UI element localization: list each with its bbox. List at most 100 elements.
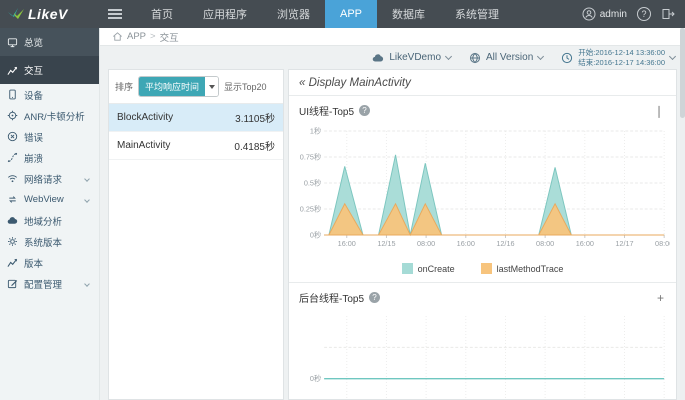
svg-text:16:00: 16:00 [457,239,475,248]
sidebar-item-device[interactable]: 设备 [0,84,99,105]
nav-item-home[interactable]: 首页 [136,0,188,28]
sidebar-item-errors[interactable]: 错误 [0,126,99,147]
hamburger-menu-icon[interactable] [108,9,122,19]
breadcrumb-current: 交互 [160,30,179,44]
activity-name: MainActivity [117,140,170,151]
svg-text:0.75秒: 0.75秒 [300,152,322,161]
chevron-down-icon [669,52,676,59]
region-icon [7,215,18,226]
detail-panel: « Display MainActivity UI线程-Top5 ? ❘ 16:… [288,69,677,400]
chevron-down-icon [84,281,90,287]
sidebar-item-interaction[interactable]: 交互 [0,56,99,84]
sidebar: 总览 交互 设备 ANR/卡顿分析 错误 崩溃 网络请求 Web [0,28,100,400]
logout-icon[interactable] [661,7,675,21]
svg-text:08:00: 08:00 [417,239,435,248]
time-range-picker[interactable]: 开始:2016-12-14 13:36:00 结束:2016-12-17 14:… [561,48,675,67]
chevron-down-icon [445,52,452,59]
breadcrumb: APP > 交互 [100,28,685,46]
nav-item-app[interactable]: APP [325,0,377,28]
nav-item-database[interactable]: 数据库 [377,0,440,28]
scrollbar-thumb[interactable] [680,28,685,118]
svg-text:16:00: 16:00 [338,239,356,248]
chevron-down-icon [84,197,90,203]
help-icon[interactable]: ? [637,7,651,21]
chevron-down-icon [537,52,544,59]
svg-text:0秒: 0秒 [310,374,322,383]
chart2-help-icon[interactable]: ? [369,292,380,303]
crash-icon [7,152,18,163]
activity-row-mainactivity[interactable]: MainActivity 0.4185秒 [109,132,283,160]
background-thread-chart: 16:0012/1508:0016:0012/1608:0016:0012/17… [289,310,676,400]
svg-text:12/15: 12/15 [377,239,395,248]
sidebar-item-version[interactable]: 版本 [0,252,99,273]
vertical-scrollbar[interactable] [680,28,685,400]
activity-value: 0.4185秒 [234,138,275,153]
nav-item-applications[interactable]: 应用程序 [188,0,262,28]
system-version-icon [7,236,18,247]
filter-row: LikeVDemo All Version 开始:2016-12-14 13:3… [100,46,685,69]
nav-item-system-admin[interactable]: 系统管理 [440,0,514,28]
breadcrumb-section[interactable]: APP [127,31,146,42]
sidebar-item-network-requests[interactable]: 网络请求 [0,168,99,189]
chart1-legend: onCreate lastMethodTrace [289,260,676,280]
anr-icon [7,110,18,121]
home-icon [112,31,123,42]
error-icon [7,131,18,142]
activity-row-blockactivity[interactable]: BlockActivity 3.1105秒 [109,104,283,132]
breadcrumb-separator: > [150,31,156,42]
app-logo[interactable]: LikeV [0,0,100,28]
clock-icon [561,52,573,64]
sort-label: 排序 [115,80,133,93]
config-icon [7,278,18,289]
nav-item-browser[interactable]: 浏览器 [262,0,325,28]
sidebar-item-crash[interactable]: 崩溃 [0,147,99,168]
version-icon [7,257,18,268]
select-arrow-icon [205,77,218,96]
sidebar-item-anr-analysis[interactable]: ANR/卡顿分析 [0,105,99,126]
chart1-menu-icon[interactable]: ❘ [652,105,666,117]
svg-text:08:00: 08:00 [536,239,554,248]
overview-icon [7,37,18,48]
legend-swatch [481,263,492,274]
legend-oncreate[interactable]: onCreate [402,263,455,274]
user-menu[interactable]: admin [582,7,627,21]
line-chart: 16:0012/1508:0016:0012/1608:0016:0012/17… [295,310,670,400]
sidebar-item-overview[interactable]: 总览 [0,28,99,56]
area-chart: 16:0012/1508:0016:0012/1608:0016:0012/17… [295,123,670,255]
network-icon [7,173,18,184]
version-selector-dropdown[interactable]: All Version [469,52,543,64]
activity-name: BlockActivity [117,112,173,123]
interaction-icon [7,65,18,76]
sidebar-item-system-version[interactable]: 系统版本 [0,231,99,252]
svg-text:0.5秒: 0.5秒 [304,178,322,187]
sidebar-item-webview[interactable]: WebView [0,189,99,210]
user-icon [582,7,596,21]
globe-icon [469,52,481,64]
activity-value: 3.1105秒 [235,110,275,125]
logo-text: LikeV [28,6,68,22]
svg-text:12/16: 12/16 [496,239,514,248]
activity-list-panel: 排序 平均响应时间 显示Top20 BlockActivity 3.1105秒 … [108,69,284,400]
username: admin [600,9,627,20]
legend-lastmethodtrace[interactable]: lastMethodTrace [481,263,564,274]
chart2-title: 后台线程-Top5 [299,290,364,305]
cloud-icon [372,52,384,64]
sidebar-item-config-management[interactable]: 配置管理 [0,273,99,294]
svg-text:12/17: 12/17 [615,239,633,248]
chart1-title: UI线程-Top5 [299,103,354,118]
svg-text:0.25秒: 0.25秒 [300,204,322,213]
sort-select-value: 平均响应时间 [139,77,205,96]
logo-swoosh-icon [8,8,24,20]
detail-title: « Display MainActivity [289,70,676,96]
chart2-expand-icon[interactable]: + [655,292,666,304]
top-count-label: 显示Top20 [224,80,267,93]
time-range-end: 结束:2016-12-17 14:36:00 [578,58,665,67]
svg-text:1秒: 1秒 [310,126,322,135]
sort-select[interactable]: 平均响应时间 [138,76,219,97]
sidebar-item-region-analysis[interactable]: 地域分析 [0,210,99,231]
app-selector-dropdown[interactable]: LikeVDemo [372,52,451,64]
legend-swatch [402,263,413,274]
ui-thread-chart: 16:0012/1508:0016:0012/1608:0016:0012/17… [289,123,676,260]
chart1-help-icon[interactable]: ? [359,105,370,116]
webview-icon [7,194,18,205]
